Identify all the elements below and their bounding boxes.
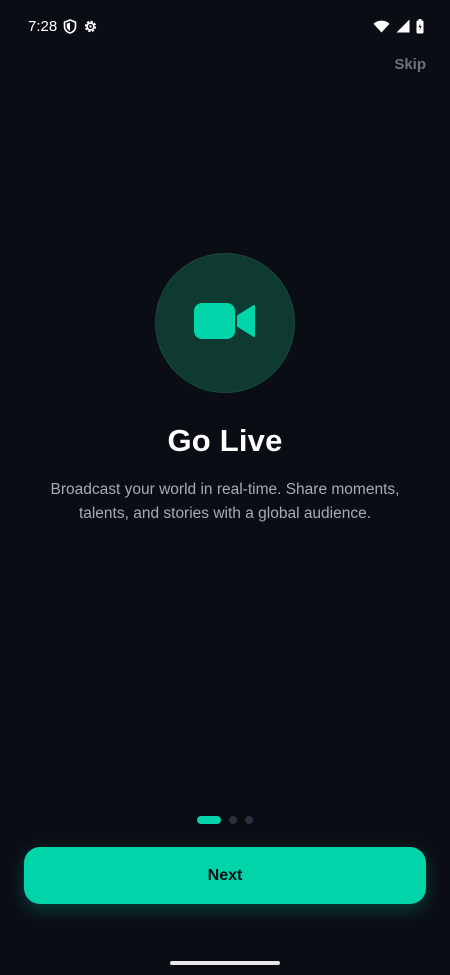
shield-icon <box>63 18 77 34</box>
battery-icon <box>416 18 424 34</box>
status-time: 7:28 <box>28 17 58 35</box>
status-left: 7:28 <box>28 18 98 35</box>
video-camera-icon <box>194 302 256 344</box>
slide-description: Broadcast your world in real-time. Share… <box>50 481 400 522</box>
wifi-icon <box>373 20 390 33</box>
skip-button[interactable]: Skip <box>394 56 426 73</box>
status-bar: 7:28 <box>0 0 450 52</box>
gear-icon <box>83 19 98 34</box>
next-button[interactable]: Next <box>24 847 426 904</box>
home-indicator[interactable] <box>170 961 280 965</box>
page-indicator <box>0 816 450 824</box>
onboarding-screen: 7:28 Skip Go Live Broadcast your world i… <box>0 0 450 975</box>
status-right <box>373 18 424 34</box>
hero-icon-circle <box>155 253 295 393</box>
page-dot-active <box>197 816 221 824</box>
slide-title: Go Live <box>167 423 283 458</box>
page-dot <box>245 816 253 824</box>
page-dot <box>229 816 237 824</box>
signal-icon <box>396 19 410 33</box>
